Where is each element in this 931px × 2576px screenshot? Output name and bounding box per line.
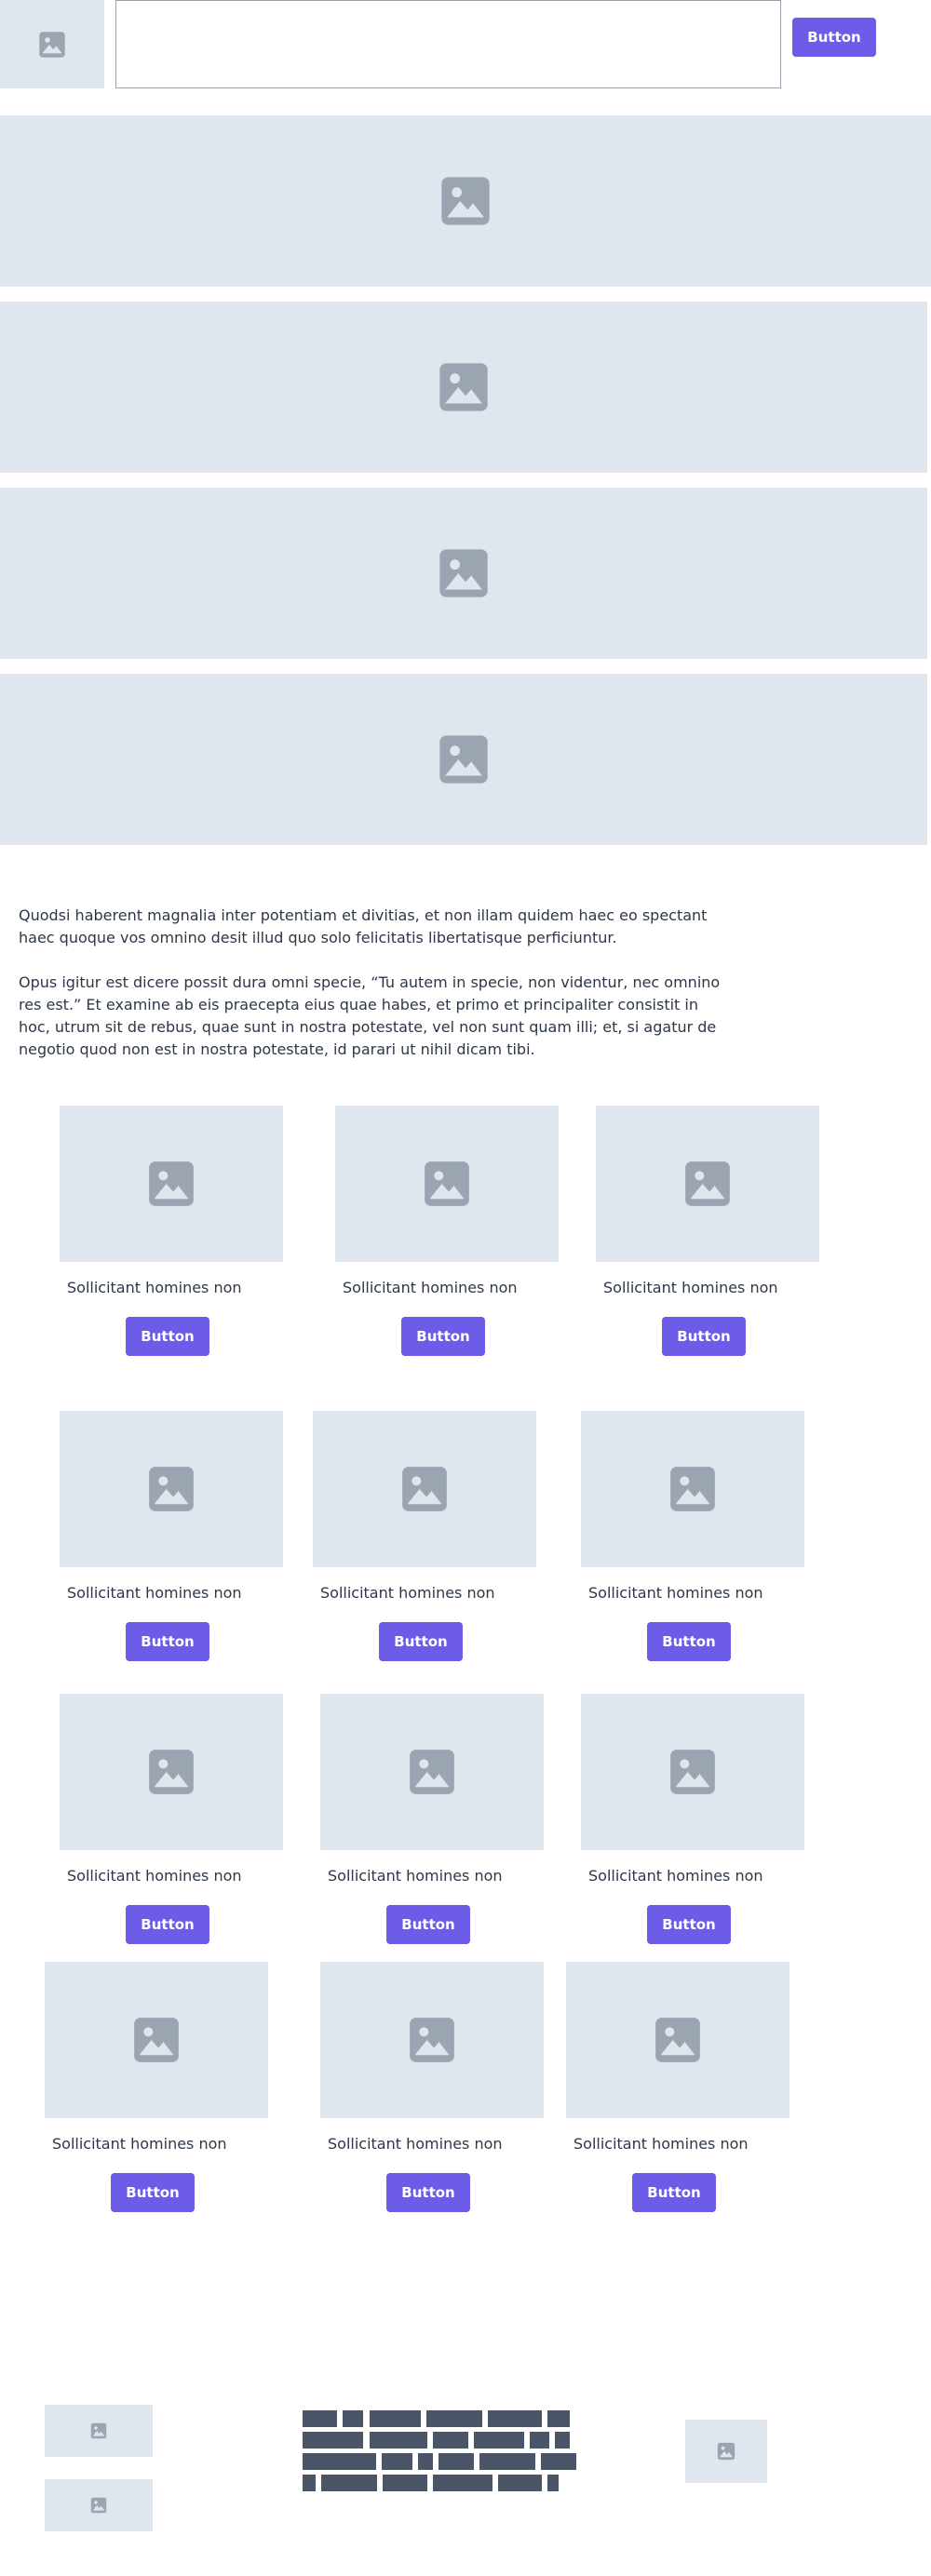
card-image [566,1962,789,2118]
intro-paragraph-2: Opus igitur est dicere possit dura omni … [19,973,721,1058]
footer-text-block [303,2410,337,2427]
card-image [335,1106,559,1262]
card-caption: Sollicitant homines non [67,1279,242,1296]
image-placeholder-icon [400,1465,449,1513]
hero-banner-3 [0,488,927,659]
card-image [60,1106,283,1262]
search-input[interactable] [115,0,781,88]
card-caption: Sollicitant homines non [328,1867,503,1885]
footer-text-block [547,2410,570,2427]
card-button[interactable]: Button [647,1622,731,1661]
footer-text-block [488,2410,542,2427]
card-image [60,1411,283,1567]
card-image [596,1106,819,1262]
image-placeholder-icon [438,361,490,413]
image-placeholder-icon [408,2016,456,2064]
footer-text-block [433,2475,492,2491]
card-image [320,1962,544,2118]
footer-text-block [474,2432,524,2449]
card-button[interactable]: Button [401,1317,485,1356]
card-button[interactable]: Button [126,1622,209,1661]
image-placeholder-icon [668,1465,717,1513]
card-button[interactable]: Button [386,1905,470,1944]
card-caption: Sollicitant homines non [328,2135,503,2153]
image-placeholder-icon [90,2497,107,2514]
image-placeholder-icon [408,1748,456,1796]
image-placeholder-icon [147,1160,196,1208]
footer-text-block [383,2475,427,2491]
card-button[interactable]: Button [647,1905,731,1944]
card-button[interactable]: Button [386,2173,470,2212]
footer-text-block [382,2453,412,2470]
image-placeholder-icon [717,2442,735,2461]
card-image [45,1962,268,2118]
card-caption: Sollicitant homines non [343,1279,518,1296]
card-button[interactable]: Button [632,2173,716,2212]
card-button[interactable]: Button [379,1622,463,1661]
card-image [581,1411,804,1567]
card-image [60,1694,283,1850]
logo-image [0,0,104,88]
image-placeholder-icon [668,1748,717,1796]
footer-text-block [343,2410,363,2427]
image-placeholder-icon [423,1160,471,1208]
card-button[interactable]: Button [126,1317,209,1356]
card-caption: Sollicitant homines non [573,2135,749,2153]
footer-text-block [541,2453,576,2470]
card-caption: Sollicitant homines non [67,1867,242,1885]
footer-text-block [530,2432,549,2449]
card-caption: Sollicitant homines non [603,1279,778,1296]
footer-text-block [479,2453,535,2470]
image-placeholder-icon [654,2016,702,2064]
image-placeholder-icon [438,733,490,785]
card-image [313,1411,536,1567]
footer-image [685,2420,767,2483]
footer-text-block [426,2410,482,2427]
hero-banner-1 [0,115,931,287]
footer-text-block [547,2475,559,2491]
hero-banner-2 [0,302,927,473]
footer-text-block [555,2432,570,2449]
image-placeholder-icon [683,1160,732,1208]
footer-text-block [418,2453,433,2470]
footer-text-block [433,2432,468,2449]
footer-text-block [498,2475,542,2491]
footer-text-block [370,2410,421,2427]
footer-text-block [303,2432,363,2449]
footer-text-block [439,2453,474,2470]
footer-text-block [303,2475,316,2491]
image-placeholder-icon [147,1465,196,1513]
footer-image [45,2479,153,2531]
image-placeholder-icon [38,31,66,59]
image-placeholder-icon [439,175,492,227]
intro-paragraph-1: Quodsi haberent magnalia inter potentiam… [19,906,708,946]
card-caption: Sollicitant homines non [320,1584,495,1602]
image-placeholder-icon [438,547,490,599]
card-caption: Sollicitant homines non [67,1584,242,1602]
footer-text-block [321,2475,377,2491]
card-button[interactable]: Button [126,1905,209,1944]
card-image [581,1694,804,1850]
card-caption: Sollicitant homines non [588,1584,763,1602]
image-placeholder-icon [147,1748,196,1796]
card-caption: Sollicitant homines non [52,2135,227,2153]
footer-text-block [370,2432,427,2449]
hero-banner-4 [0,674,927,845]
header-button[interactable]: Button [792,18,876,57]
image-placeholder-icon [90,2422,107,2439]
card-button[interactable]: Button [111,2173,195,2212]
footer-image [45,2405,153,2457]
footer-text-block [303,2453,376,2470]
card-button[interactable]: Button [662,1317,746,1356]
card-image [320,1694,544,1850]
card-caption: Sollicitant homines non [588,1867,763,1885]
image-placeholder-icon [132,2016,181,2064]
